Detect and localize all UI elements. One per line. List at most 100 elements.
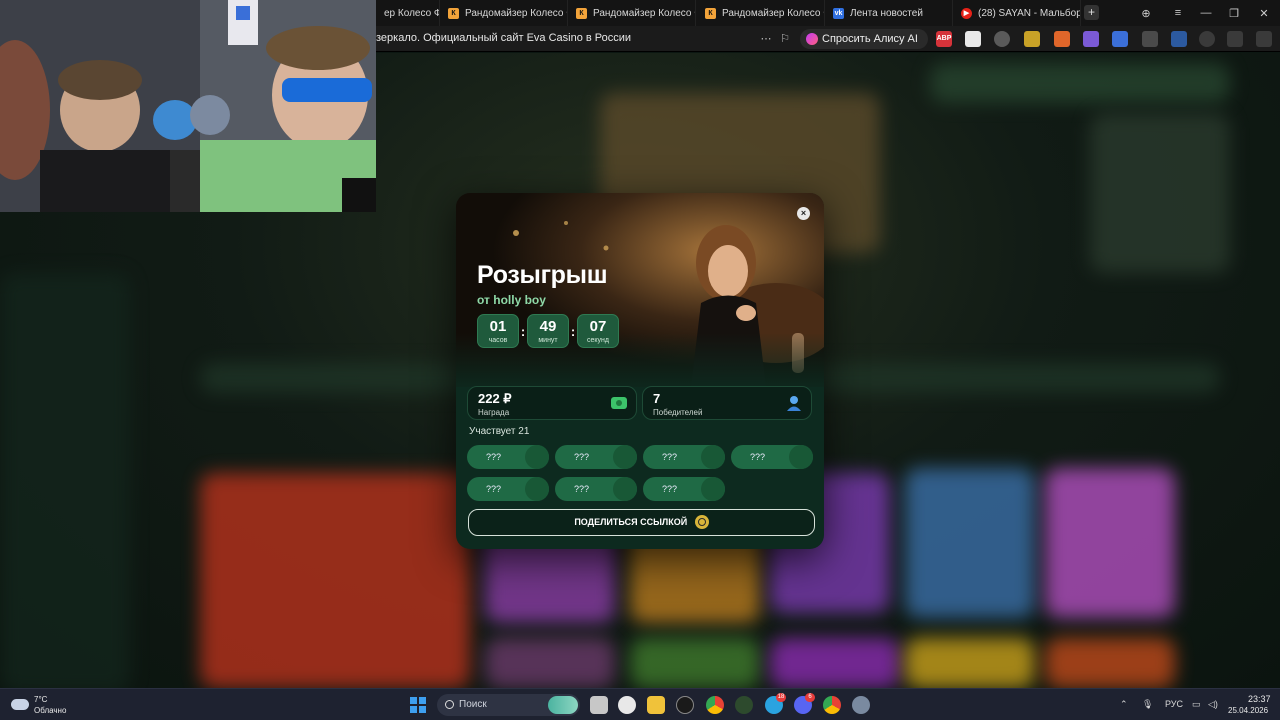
- tab-favicon-icon: К: [705, 7, 716, 19]
- cloud-icon[interactable]: [1083, 31, 1099, 47]
- participant-pill: ???: [467, 477, 549, 501]
- timer-hours-label: часов: [488, 337, 508, 344]
- tab-4[interactable]: К Рандомайзер Колесо Ф: [697, 0, 825, 26]
- timer-hours-value: 01: [489, 318, 507, 335]
- cloud-icon: [11, 699, 29, 710]
- qr-icon[interactable]: [965, 31, 981, 47]
- timer-minutes: 49 минут: [527, 314, 569, 348]
- webcam-overlay: [0, 0, 376, 212]
- card-icon[interactable]: [1112, 31, 1128, 47]
- prize-card: 222 ₽ Награда: [467, 386, 637, 420]
- link-icon: [694, 514, 709, 529]
- game-tile-blur: [630, 638, 760, 688]
- clock-date[interactable]: 25.04.2026: [1228, 706, 1268, 715]
- task-view-icon[interactable]: [590, 696, 608, 714]
- side-panel-blur: [1090, 113, 1230, 273]
- windows-start-icon[interactable]: [410, 697, 426, 713]
- shield-icon[interactable]: [1142, 31, 1158, 47]
- money-icon: [611, 397, 627, 409]
- menu-icon[interactable]: ≡: [1164, 0, 1192, 26]
- widget-icon[interactable]: [548, 696, 578, 714]
- participants-count: Участвует 21: [469, 426, 530, 437]
- ask-alice-button[interactable]: Спросить Алису AI: [800, 29, 928, 49]
- tab-title: Лента новостей: [850, 7, 923, 19]
- more-icon[interactable]: ⋯: [758, 31, 774, 47]
- share-link-button[interactable]: ПОДЕЛИТЬСЯ ССЫЛКОЙ: [468, 509, 815, 536]
- screen: ер Колесо Ф К Рандомайзер Колесо Ф К Ран…: [0, 0, 1280, 720]
- clock-time[interactable]: 23:37: [1248, 694, 1271, 704]
- app-icon[interactable]: [735, 696, 753, 714]
- webcam-image: [0, 0, 376, 212]
- close-window-icon[interactable]: ✕: [1250, 0, 1278, 26]
- volume-icon[interactable]: ◁): [1208, 699, 1218, 710]
- discord-badge: 6: [805, 693, 815, 702]
- game-tile-blur: [770, 638, 900, 688]
- timer-seconds: 07 секунд: [577, 314, 619, 348]
- share-link-label: ПОДЕЛИТЬСЯ ССЫЛКОЙ: [574, 517, 688, 527]
- globe-icon[interactable]: [994, 31, 1010, 47]
- game-tile-blur: [905, 468, 1035, 618]
- participant-pill: ???: [555, 477, 637, 501]
- chevron-up-icon[interactable]: ⌃: [1120, 699, 1128, 710]
- game-tile-blur: [200, 473, 470, 688]
- download-icon[interactable]: [1256, 31, 1272, 47]
- youtube-icon: ▶: [961, 7, 972, 19]
- participant-pill: ???: [555, 445, 637, 469]
- fox-icon[interactable]: [1054, 31, 1070, 47]
- prize-value: 222 ₽: [478, 391, 512, 406]
- weather-condition[interactable]: Облачно: [34, 706, 66, 715]
- timer-seconds-label: секунд: [587, 337, 609, 344]
- timer-separator: :: [520, 323, 526, 339]
- yandex-browser-icon[interactable]: [618, 696, 636, 714]
- sidebar-blur: [0, 273, 130, 688]
- maximize-icon[interactable]: ❐: [1220, 0, 1248, 26]
- vk-icon: vk: [833, 7, 844, 19]
- microphone-icon[interactable]: 🎙: [1142, 699, 1153, 710]
- giveaway-modal: × Розыгрыш от holly boy 01 часов : 49 ми…: [456, 193, 824, 549]
- weather-temperature[interactable]: 7°C: [34, 695, 47, 704]
- tab-favicon-icon: К: [448, 7, 459, 19]
- tabs-menu-icon[interactable]: ⊕: [1132, 0, 1160, 26]
- tab-5[interactable]: vk Лента новостей: [825, 0, 953, 26]
- language-indicator[interactable]: РУС: [1165, 699, 1183, 709]
- adblock-icon[interactable]: ABP: [936, 31, 952, 47]
- play-icon[interactable]: [1199, 31, 1215, 47]
- tab-6[interactable]: ▶ (28) SAYAN - Мальборо: [953, 0, 1081, 26]
- timer-seconds-value: 07: [589, 318, 607, 335]
- chrome-icon[interactable]: [706, 696, 724, 714]
- user-icon: [787, 396, 801, 411]
- tab-2[interactable]: К Рандомайзер Колесо Ф: [440, 0, 568, 26]
- game-tile-blur: [485, 638, 615, 688]
- tab-title: ер Колесо Ф: [384, 7, 440, 19]
- url-field[interactable]: зеркало. Официальный сайт Eva Casino в Р…: [376, 32, 631, 44]
- tab-favicon-icon: К: [576, 7, 587, 19]
- close-modal-button[interactable]: ×: [797, 207, 810, 220]
- puzzle-icon[interactable]: [1227, 31, 1243, 47]
- minimize-icon[interactable]: —: [1192, 0, 1220, 26]
- new-tab-button[interactable]: +: [1084, 5, 1099, 20]
- winners-card: 7 Победителей: [642, 386, 812, 420]
- settings-icon[interactable]: [852, 696, 870, 714]
- participant-pill: ???: [467, 445, 549, 469]
- timer-hours: 01 часов: [477, 314, 519, 348]
- tab-3[interactable]: К Рандомайзер Колесо Ф: [568, 0, 696, 26]
- participant-pill: ???: [731, 445, 813, 469]
- tab-1[interactable]: ер Колесо Ф: [376, 0, 440, 26]
- steam-icon[interactable]: [676, 696, 694, 714]
- extension-icon[interactable]: [1024, 31, 1040, 47]
- vpn-icon[interactable]: [1171, 31, 1187, 47]
- giveaway-title: Розыгрыш: [477, 261, 608, 289]
- bookmark-icon[interactable]: ⚐: [777, 31, 793, 47]
- header-blur: [930, 63, 1230, 103]
- participant-pill: ???: [643, 477, 725, 501]
- tab-title: Рандомайзер Колесо Ф: [465, 7, 568, 19]
- network-icon[interactable]: ▭: [1192, 699, 1201, 710]
- telegram-badge: 18: [776, 693, 786, 702]
- timer-minutes-value: 49: [539, 318, 557, 335]
- file-explorer-icon[interactable]: [647, 696, 665, 714]
- game-tile-blur: [1045, 468, 1175, 618]
- timer-minutes-label: минут: [538, 337, 558, 344]
- tab-title: Рандомайзер Колесо Ф: [722, 7, 825, 19]
- participant-pill: ???: [643, 445, 725, 469]
- chrome-icon[interactable]: [823, 696, 841, 714]
